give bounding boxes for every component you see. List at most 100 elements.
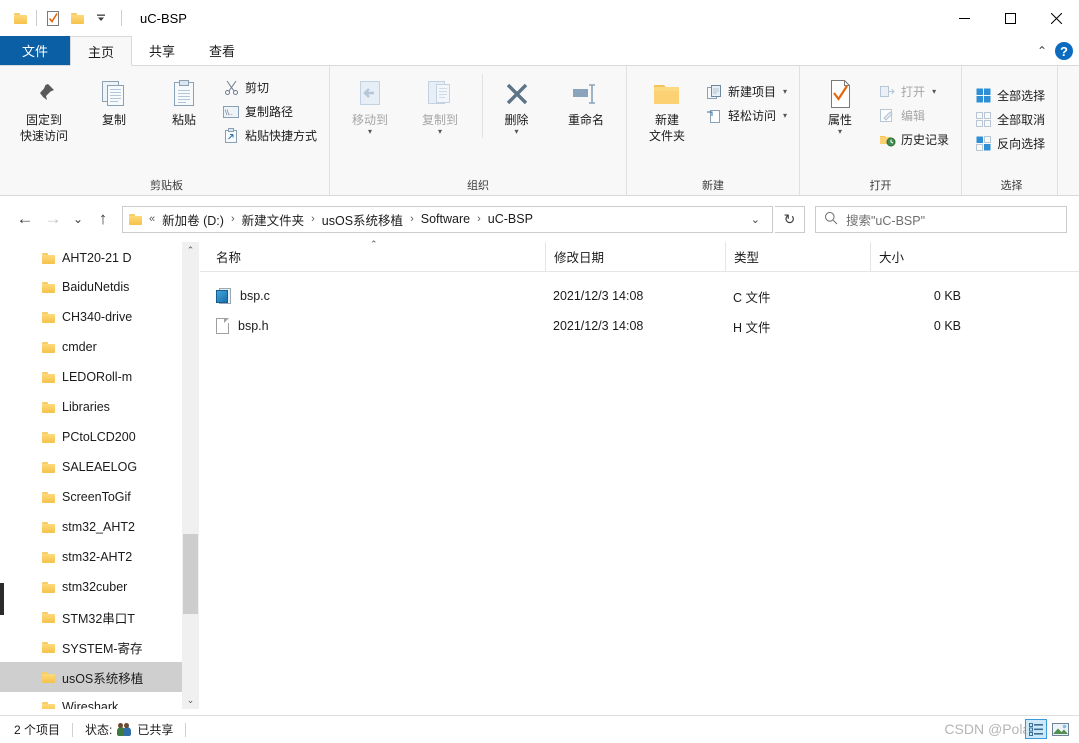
chevron-down-icon[interactable]: ▾ [932,87,936,96]
tree-item[interactable]: stm32cuber [0,572,199,602]
tree-item[interactable]: stm32_AHT2 [0,512,199,542]
folder-icon [42,401,55,413]
breadcrumb-item-0[interactable]: 新加卷 (D:) [162,210,224,229]
new-folder-button[interactable]: 新建 文件夹 [633,74,701,146]
chevron-down-icon[interactable]: ▾ [838,128,842,136]
breadcrumb-item-4[interactable]: uC-BSP [488,212,533,226]
tree-item[interactable]: AHT20-21 D [0,244,199,272]
navigation-scrollbar[interactable]: ⌃ ⌄ [182,242,199,709]
select-all-button[interactable]: 全部选择 [972,84,1051,107]
breadcrumb-item-1[interactable]: 新建文件夹 [242,210,305,229]
h-file-icon [216,318,229,334]
chevron-down-icon[interactable]: ▾ [783,111,787,120]
file-name-cell[interactable]: bsp.h [200,311,545,341]
tab-share[interactable]: 共享 [132,36,192,65]
tree-item[interactable]: cmder [0,332,199,362]
forward-button[interactable]: → [40,206,66,232]
delete-button[interactable]: 删除 ▾ [482,74,550,138]
copy-to-button[interactable]: 复制到 ▾ [406,74,474,138]
paste-button[interactable]: 粘贴 [150,74,218,130]
new-item-button[interactable]: 新建项目 ▾ [703,80,793,103]
chevron-right-icon[interactable]: › [474,213,484,225]
tree-item[interactable]: ScreenToGif [0,482,199,512]
chevron-right-icon[interactable]: › [308,213,318,225]
back-button[interactable]: ← [12,206,38,232]
window-controls [941,0,1079,36]
chevron-right-icon[interactable]: › [407,213,417,225]
tree-item[interactable]: CH340-drive [0,302,199,332]
tab-view[interactable]: 查看 [192,36,252,65]
scroll-down-button[interactable]: ⌄ [182,692,199,709]
copy-path-button[interactable]: \\.. 复制路径 [220,100,323,123]
pin-to-quick-access-button[interactable]: 固定到 快速访问 [10,74,78,146]
rename-button[interactable]: 重命名 [552,74,620,130]
search-placeholder: 搜索"uC-BSP" [846,213,926,228]
breadcrumb[interactable]: « 新加卷 (D:) › 新建文件夹 › usOS系统移植 › Software… [122,205,773,233]
large-icons-view-button[interactable] [1049,719,1071,739]
chevron-down-icon[interactable]: ▾ [515,128,519,136]
open-button[interactable]: 打开 ▾ [876,80,955,103]
minimize-button[interactable] [941,0,987,36]
folder-icon[interactable] [8,6,32,30]
tree-item[interactable]: SYSTEM-寄存 [0,632,199,662]
tree-item[interactable]: LEDORoll-m [0,362,199,392]
breadcrumb-item-3[interactable]: Software [421,212,470,226]
tab-file[interactable]: 文件 [0,36,71,65]
tree-item[interactable]: SALEAELOG [0,452,199,482]
invert-selection-button[interactable]: 反向选择 [972,132,1051,155]
select-none-button[interactable]: 全部取消 [972,108,1051,131]
recent-locations-button[interactable]: ⌄ [68,206,88,232]
chevron-down-icon[interactable]: ▾ [368,128,372,136]
easy-access-icon [705,107,723,125]
paste-shortcut-button[interactable]: 粘贴快捷方式 [220,124,323,147]
history-button[interactable]: 历史记录 [876,128,955,151]
cut-button[interactable]: 剪切 [220,76,323,99]
column-header-name[interactable]: 名称 ⌃ [200,239,545,272]
chevron-right-icon[interactable]: › [228,213,238,225]
select-all-icon [974,87,992,105]
help-button[interactable]: ? [1055,42,1073,60]
refresh-button[interactable]: ↻ [775,205,805,233]
new-item-icon [705,83,723,101]
maximize-button[interactable] [987,0,1033,36]
new-folder-icon[interactable] [65,6,89,30]
properties-icon[interactable] [41,6,65,30]
easy-access-button[interactable]: 轻松访问 ▾ [703,104,793,127]
search-input[interactable]: 搜索"uC-BSP" [815,205,1067,233]
details-view-button[interactable] [1025,719,1047,739]
column-header-date[interactable]: 修改日期 [545,241,725,272]
address-dropdown-icon[interactable]: ⌄ [741,213,770,226]
folder-icon [42,252,55,264]
column-header-type[interactable]: 类型 [725,241,870,272]
tree-item[interactable]: STM32串口T [0,602,199,632]
tree-item-usos[interactable]: usOS系统移植 [0,662,199,692]
collapse-ribbon-icon[interactable]: ⌃ [1037,44,1047,58]
tree-item[interactable]: Wireshark [0,692,199,709]
customize-caret-icon[interactable] [89,6,113,30]
tree-item[interactable]: BaiduNetdis [0,272,199,302]
move-to-button[interactable]: 移动到 ▾ [336,74,404,138]
table-row[interactable]: bsp.h 2021/12/3 14:08 H 文件 0 KB [200,311,1079,341]
chevron-down-icon[interactable]: ▾ [783,87,787,96]
table-row[interactable]: bsp.c 2021/12/3 14:08 C 文件 0 KB [200,281,1079,311]
tree-item-label: STM32串口T [62,611,135,626]
up-button[interactable]: ↑ [90,206,116,232]
tab-home[interactable]: 主页 [70,36,133,66]
copy-button[interactable]: 复制 [80,74,148,130]
scroll-up-button[interactable]: ⌃ [182,242,199,259]
breadcrumb-item-2[interactable]: usOS系统移植 [322,210,403,229]
tree-item[interactable]: stm32-AHT2 [0,542,199,572]
scrollbar-thumb[interactable] [183,534,198,614]
tree-item[interactable]: PCtoLCD200 [0,422,199,452]
close-button[interactable] [1033,0,1079,36]
column-header-size[interactable]: 大小 [870,241,975,272]
edit-button[interactable]: 编辑 [876,104,955,127]
group-title-organize: 组织 [467,180,490,192]
file-name-cell[interactable]: bsp.c [200,281,545,311]
chevron-down-icon[interactable]: ▾ [438,128,442,136]
root-chevron-icon[interactable]: « [146,213,158,225]
tree-item[interactable]: Libraries [0,392,199,422]
properties-button[interactable]: 属性 ▾ [806,74,874,138]
folder-icon [42,371,55,383]
search-icon [824,211,838,228]
